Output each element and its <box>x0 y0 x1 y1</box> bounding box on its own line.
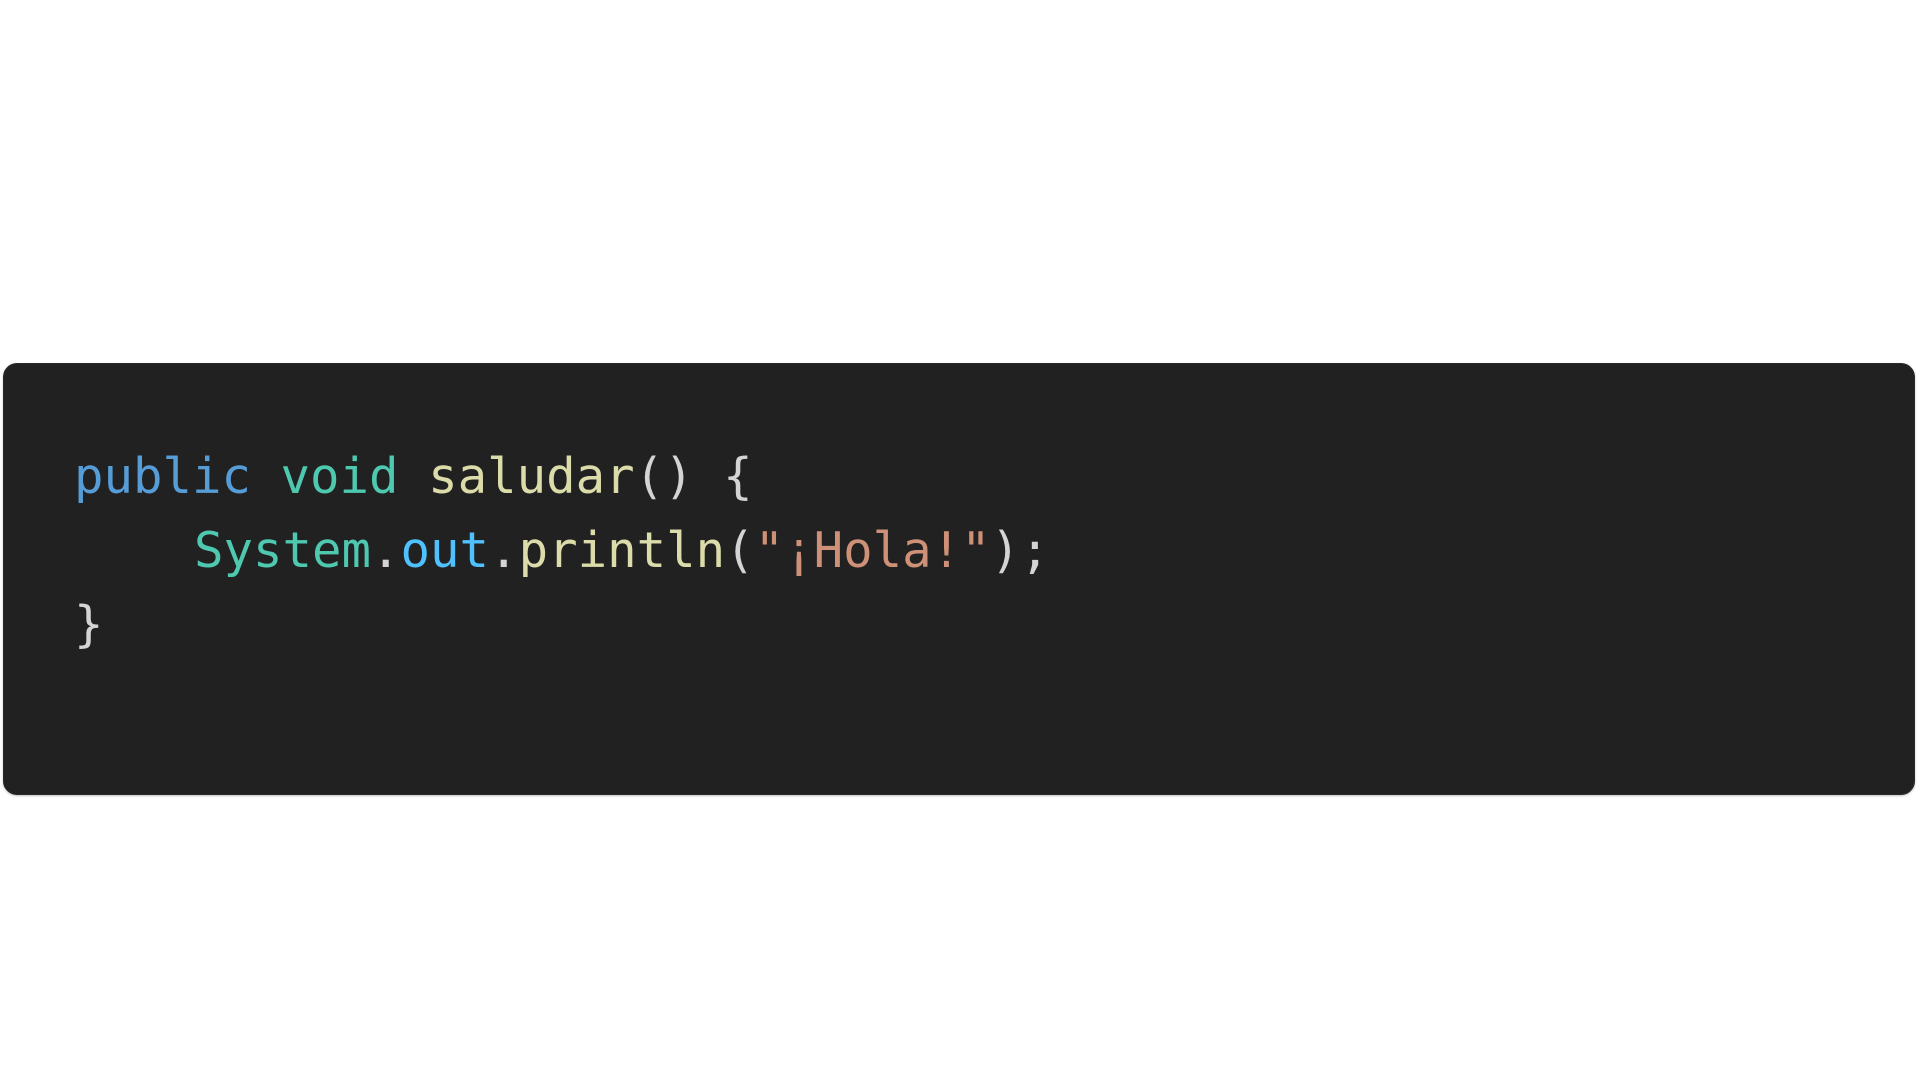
page: public void saludar() {System.out.printl… <box>0 0 1920 1080</box>
dot: . <box>371 522 401 579</box>
code-line-2: System.out.println("¡Hola!"); <box>74 514 1050 588</box>
method-name: saludar <box>428 448 635 505</box>
field-out: out <box>400 522 490 579</box>
open-paren: ( <box>725 522 755 579</box>
code-line-1: public void saludar() { <box>74 440 1050 514</box>
code-line-3: } <box>74 588 1050 662</box>
code-content: public void saludar() {System.out.printl… <box>74 440 1050 662</box>
code-block: public void saludar() {System.out.printl… <box>3 363 1915 795</box>
keyword-public: public <box>74 448 252 505</box>
class-system: System <box>194 522 372 579</box>
keyword-void: void <box>280 448 399 505</box>
string-literal: "¡Hola!" <box>754 522 991 579</box>
dot: . <box>489 522 519 579</box>
closing-brace: } <box>74 596 104 653</box>
method-println: println <box>518 522 726 579</box>
close-paren-semicolon: ); <box>990 522 1050 579</box>
method-signature-punct: () { <box>634 448 753 505</box>
